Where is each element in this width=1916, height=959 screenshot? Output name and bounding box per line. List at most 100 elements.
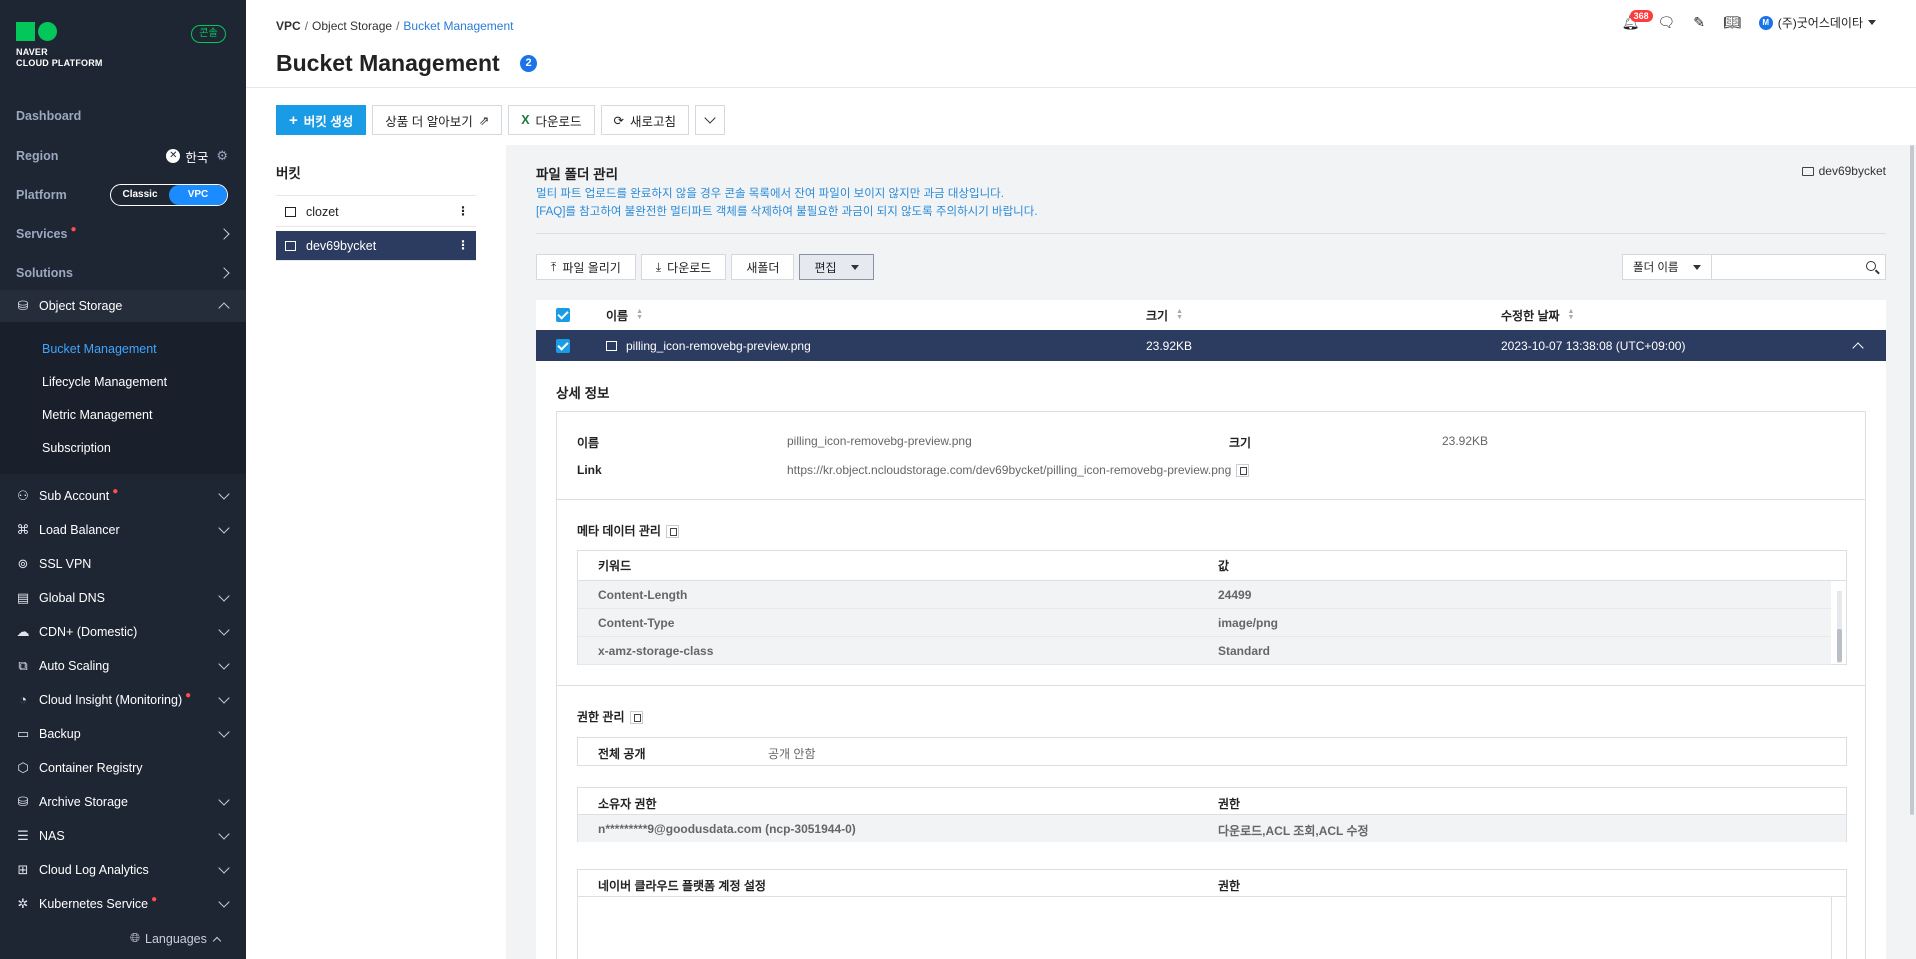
user-menu[interactable]: M (주)굿어스데이타	[1758, 14, 1876, 31]
edit-note-icon[interactable]: ✎	[1693, 14, 1705, 31]
platform-vpc[interactable]: VPC	[169, 185, 227, 205]
kebab-menu-icon[interactable]: ⋮	[457, 204, 469, 218]
create-bucket-button[interactable]: + 버킷 생성	[276, 105, 367, 135]
console-badge[interactable]: 콘솔	[191, 25, 226, 43]
chat-icon[interactable]: 🗨︎	[1657, 14, 1675, 31]
svc-label: Archive Storage	[39, 795, 128, 809]
monitoring-icon: ◔	[19, 692, 27, 707]
platform-classic[interactable]: Classic	[111, 185, 169, 205]
sub-metric-management[interactable]: Metric Management	[42, 408, 152, 422]
upload-icon: ⤒	[551, 259, 557, 274]
file-detail-panel: 상세 정보 이름 pilling_icon-removebg-preview.p…	[536, 361, 1886, 959]
nav-cloud-log-analytics[interactable]: ⊞ Cloud Log Analytics	[0, 854, 246, 886]
divider	[557, 499, 1865, 500]
search-field-select[interactable]: 폴더 이름	[1622, 254, 1712, 280]
languages-button[interactable]: 🌐︎ Languages	[130, 931, 222, 946]
nav-ssl-vpn[interactable]: ⊚ SSL VPN	[0, 548, 246, 580]
sub-subscription[interactable]: Subscription	[42, 441, 111, 455]
notification-bell-icon[interactable]: 🔔︎ 368	[1622, 10, 1653, 31]
solutions-label: Solutions	[16, 266, 73, 280]
nav-cloud-insight[interactable]: ◔ Cloud Insight (Monitoring) ●	[0, 684, 246, 716]
nav-cdn[interactable]: ☁ CDN+ (Domestic)	[0, 616, 246, 648]
bucket-item-clozet[interactable]: clozet ⋮	[276, 197, 476, 227]
detail-link-label: Link	[577, 463, 602, 477]
nav-object-storage[interactable]: ⛁ Object Storage	[0, 290, 246, 322]
nav-dashboard[interactable]: Dashboard	[0, 100, 246, 132]
collapse-chevron-icon[interactable]	[1852, 341, 1864, 354]
detail-box: 이름 pilling_icon-removebg-preview.png 크기 …	[556, 411, 1866, 959]
chevron-down-icon	[218, 726, 230, 738]
scaling-icon: ⧉	[18, 658, 28, 673]
col-size[interactable]: 크기 ▲ ▼	[1146, 300, 1183, 330]
meta-value: image/png	[1218, 615, 1279, 630]
kebab-menu-icon[interactable]: ⋮	[457, 238, 469, 252]
search-icon[interactable]	[1866, 261, 1876, 271]
caret-down-icon	[1693, 264, 1701, 270]
book-icon[interactable]: 📖︎	[1723, 14, 1741, 31]
nas-icon: ☰	[17, 828, 29, 843]
svc-label: SSL VPN	[39, 557, 92, 571]
region-value: 한국	[185, 150, 209, 165]
col-modified[interactable]: 수정한 날짜 ▲ ▼	[1501, 300, 1574, 330]
refresh-button[interactable]: ⟳ 새로고침	[600, 105, 690, 135]
plus-icon: +	[289, 111, 298, 129]
detail-link-value[interactable]: https://kr.object.ncloudstorage.com/dev6…	[787, 463, 1231, 477]
download-file-button[interactable]: ⤓ 다운로드	[640, 254, 727, 280]
learn-more-button[interactable]: 상품 더 알아보기 ⇗	[372, 105, 503, 135]
nav-backup[interactable]: ▭ Backup	[0, 718, 246, 750]
breadcrumb-vpc[interactable]: VPC	[276, 19, 301, 33]
gear-icon[interactable]: ⚙	[216, 148, 228, 164]
page-scrollbar-thumb[interactable]	[1910, 145, 1914, 815]
user-name: (주)굿어스데이타	[1777, 16, 1863, 30]
search-input[interactable]	[1712, 255, 1852, 279]
nav-load-balancer[interactable]: ⌘ Load Balancer	[0, 514, 246, 546]
nav-region[interactable]: Region ✕ 한국 ⚙	[0, 140, 246, 172]
external-link-icon: ⇗	[478, 113, 490, 128]
caret-down-icon	[850, 264, 859, 270]
col-name[interactable]: 이름 ▲ ▼	[606, 300, 643, 330]
excel-icon: X	[521, 113, 530, 127]
row-checkbox[interactable]	[556, 338, 570, 353]
scrollbar-thumb[interactable]	[1837, 629, 1842, 662]
sub-bucket-management[interactable]: Bucket Management	[42, 342, 157, 356]
copy-icon[interactable]	[629, 711, 643, 725]
sub-lifecycle-management[interactable]: Lifecycle Management	[42, 375, 167, 389]
breadcrumb-current[interactable]: Bucket Management	[403, 19, 513, 33]
svc-label: NAS	[39, 829, 65, 843]
platform-toggle[interactable]: Classic VPC	[110, 184, 228, 206]
bucket-item-dev69bycket[interactable]: dev69bycket ⋮	[276, 231, 476, 261]
table-row[interactable]: pilling_icon-removebg-preview.png 23.92K…	[536, 330, 1886, 361]
nav-sub-account[interactable]: ⚇ Sub Account ●	[0, 480, 246, 512]
nav-container-registry[interactable]: ⬡ Container Registry	[0, 752, 246, 784]
new-dot: ●	[112, 485, 119, 497]
detail-size-label: 크기	[1229, 436, 1252, 450]
upload-file-button[interactable]: ⤒ 파일 올리기	[536, 254, 636, 280]
help-badge[interactable]: 2	[520, 55, 537, 72]
learn-more-label: 상품 더 알아보기	[385, 114, 473, 129]
nav-global-dns[interactable]: ▤ Global DNS	[0, 582, 246, 614]
nav-kubernetes[interactable]: ✲ Kubernetes Service ●	[0, 888, 246, 920]
download-excel-button[interactable]: X 다운로드	[508, 105, 595, 135]
page-scrollbar[interactable]	[1908, 145, 1916, 959]
dns-icon: ▤	[16, 590, 30, 605]
bucket-name: clozet	[306, 204, 339, 219]
faq-notice[interactable]: [FAQ]를 참고하여 불완전한 멀티파트 객체를 삭제하여 불필요한 과금이 …	[536, 203, 1038, 219]
select-all-checkbox[interactable]	[556, 308, 570, 322]
languages-label: Languages	[145, 931, 207, 946]
naver-cloud-logo[interactable]: NAVER CLOUD PLATFORM	[16, 22, 103, 69]
edit-dropdown-button[interactable]: 편집	[799, 254, 874, 280]
nav-solutions[interactable]: Solutions	[0, 257, 246, 289]
nav-auto-scaling[interactable]: ⧉ Auto Scaling	[0, 650, 246, 682]
perm-section: 권한 관리	[577, 708, 643, 725]
nav-archive-storage[interactable]: ⛁ Archive Storage	[0, 786, 246, 818]
meta-col-key: 키워드	[598, 559, 632, 573]
more-dropdown-button[interactable]	[695, 105, 726, 135]
copy-icon[interactable]	[665, 525, 679, 539]
copy-icon[interactable]	[1236, 464, 1250, 478]
breadcrumb-object-storage[interactable]: Object Storage	[312, 19, 392, 33]
nav-services[interactable]: Services ●	[0, 218, 246, 250]
ncp-perm-col: 권한	[1218, 879, 1241, 893]
nav-nas[interactable]: ☰ NAS	[0, 820, 246, 852]
new-folder-button[interactable]: 새폴더	[731, 254, 795, 280]
bucket-name: dev69bycket	[306, 238, 377, 253]
